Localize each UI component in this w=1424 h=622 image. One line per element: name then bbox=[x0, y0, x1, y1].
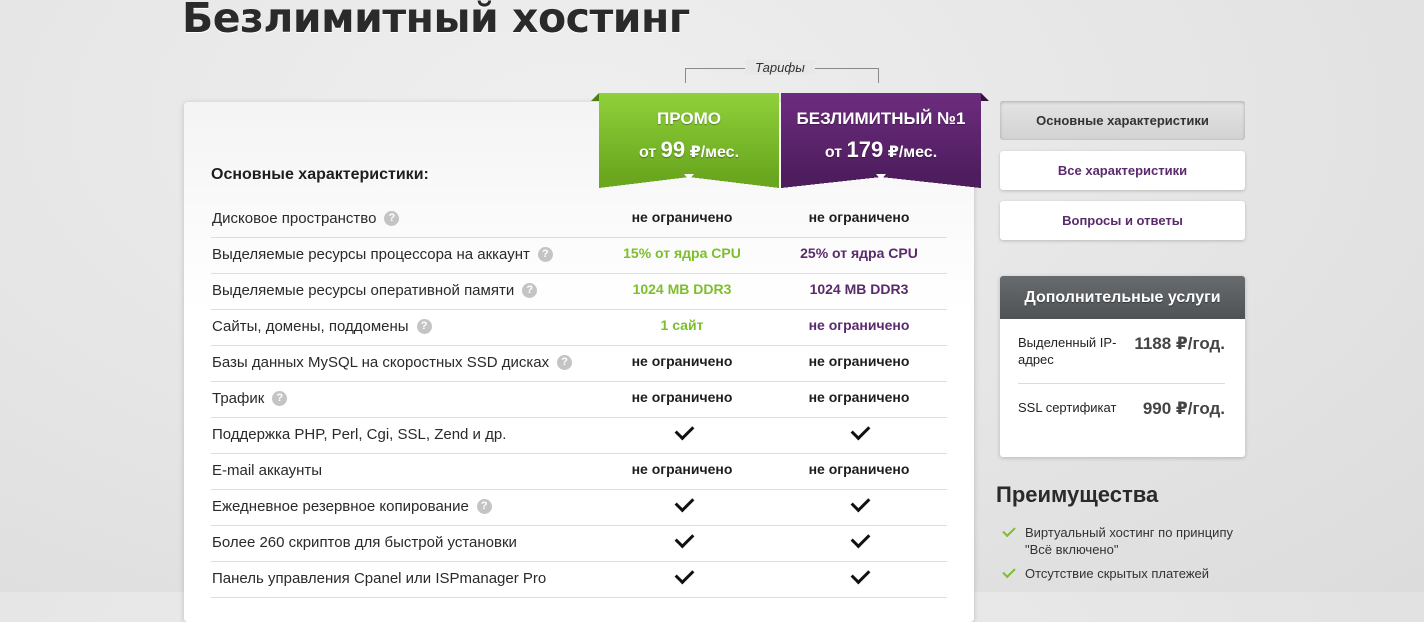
tariffs-label: Тарифы bbox=[745, 60, 815, 75]
check-icon bbox=[850, 528, 871, 549]
plan-unlim-value: не ограничено bbox=[808, 317, 910, 333]
help-icon[interactable]: ? bbox=[416, 319, 432, 334]
spec-row: Поддержка PHP, Perl, Cgi, SSL, Zend и др… bbox=[211, 417, 947, 454]
spec-label-text: Панель управления Cpanel или ISPmanager … bbox=[212, 570, 547, 587]
spec-label: Дисковое пространство? bbox=[212, 210, 400, 227]
price-amount: 99 bbox=[660, 137, 686, 162]
price-suffix: ₽/мес. bbox=[689, 144, 740, 161]
spec-label-text: Выделяемые ресурсы оперативной памяти bbox=[212, 282, 515, 299]
plan-price: от 179 ₽/мес. bbox=[781, 137, 981, 163]
help-icon[interactable]: ? bbox=[384, 211, 400, 226]
price-amount: 179 bbox=[846, 137, 884, 162]
spec-row: Панель управления Cpanel или ISPmanager … bbox=[211, 561, 947, 598]
spec-label: Ежедневное резервное копирование? bbox=[212, 498, 492, 515]
service-row: Выделенный IP-адрес 1188 ₽/год. bbox=[1018, 334, 1225, 384]
spec-label: Базы данных MySQL на скоростных SSD диск… bbox=[212, 354, 573, 371]
plan-promo-value: не ограничено bbox=[631, 353, 733, 369]
plan-promo-value: 15% от ядра CPU bbox=[623, 245, 741, 261]
check-icon bbox=[674, 564, 695, 585]
spec-label-text: Ежедневное резервное копирование bbox=[212, 498, 469, 515]
spec-row: Дисковое пространство? не ограничено не ог… bbox=[211, 201, 947, 238]
plan-promo-value: не ограничено bbox=[631, 209, 733, 225]
service-row: SSL сертификат 990 ₽/год. bbox=[1018, 399, 1225, 455]
check-icon bbox=[850, 564, 871, 585]
service-name: Выделенный IP-адрес bbox=[1018, 335, 1117, 367]
tab-all-specs[interactable]: Все характеристики bbox=[1000, 151, 1245, 190]
services-title: Дополнительные услуги bbox=[1000, 276, 1245, 319]
advantage-item: Отсутствие скрытых платежей bbox=[1001, 564, 1241, 582]
spec-label: E-mail аккаунты bbox=[212, 462, 322, 479]
promo-ribbon-fold bbox=[591, 93, 599, 101]
check-icon bbox=[674, 528, 695, 549]
tab-faq[interactable]: Вопросы и ответы bbox=[1000, 201, 1245, 240]
plan-unlim-value: не ограничено bbox=[808, 209, 910, 225]
plan-unlim-value: 25% от ядра CPU bbox=[800, 245, 918, 261]
check-icon bbox=[850, 492, 871, 513]
spec-label: Более 260 скриптов для быстрой установки bbox=[212, 534, 517, 551]
spec-label-text: Базы данных MySQL на скоростных SSD диск… bbox=[212, 354, 550, 371]
help-icon[interactable]: ? bbox=[537, 247, 553, 262]
advantages-title: Преимущества bbox=[996, 482, 1159, 507]
help-icon[interactable]: ? bbox=[476, 499, 492, 514]
spec-label: Сайты, домены, поддомены? bbox=[212, 318, 432, 335]
spec-row: Выделяемые ресурсы оперативной памяти? 10… bbox=[211, 273, 947, 310]
price-prefix: от bbox=[638, 144, 657, 161]
spec-label: Выделяемые ресурсы оперативной памяти? bbox=[212, 282, 538, 299]
additional-services-box: Дополнительные услуги Выделенный IP-адре… bbox=[1000, 276, 1245, 457]
help-icon[interactable]: ? bbox=[272, 391, 288, 406]
spec-label-text: Трафик bbox=[212, 390, 265, 407]
plan-promo-value: 1 сайт bbox=[660, 317, 704, 333]
spec-row: Трафик? не ограничено не ограничено bbox=[211, 381, 947, 418]
unlimited-ribbon-fold bbox=[981, 93, 989, 101]
plan-unlim-value: 1024 MB DDR3 bbox=[809, 281, 909, 297]
spec-row: E-mail аккаунты не ограничено не ограничен… bbox=[211, 453, 947, 490]
check-icon bbox=[1002, 564, 1016, 579]
specs-heading: Основные характеристики: bbox=[211, 166, 429, 183]
caret-down-icon bbox=[876, 174, 886, 180]
spec-row: Выделяемые ресурсы процессора на аккаунт… bbox=[211, 237, 947, 274]
plan-price: от 99 ₽/мес. bbox=[599, 137, 779, 163]
plan-name: БЕЗЛИМИТНЫЙ №1 bbox=[796, 109, 966, 128]
check-icon bbox=[1002, 523, 1016, 538]
spec-label-text: Более 260 скриптов для быстрой установки bbox=[212, 534, 517, 551]
caret-down-icon bbox=[684, 174, 694, 180]
plan-promo-value: не ограничено bbox=[631, 389, 733, 405]
spec-row: Ежедневное резервное копирование? bbox=[211, 489, 947, 526]
page-title: Безлимитный хостинг bbox=[182, 0, 690, 42]
plan-unlim-value: не ограничено bbox=[808, 461, 910, 477]
advantage-text: Виртуальный хостинг по принципу "Всё вкл… bbox=[1025, 525, 1233, 557]
spec-label-text: Поддержка PHP, Perl, Cgi, SSL, Zend и др… bbox=[212, 426, 507, 443]
plan-unlim-value: не ограничено bbox=[808, 353, 910, 369]
advantage-item: Виртуальный хостинг по принципу "Всё вкл… bbox=[1001, 523, 1241, 558]
spec-label: Панель управления Cpanel или ISPmanager … bbox=[212, 570, 546, 587]
check-icon bbox=[674, 420, 695, 441]
spec-label-text: Выделяемые ресурсы процессора на аккаунт bbox=[212, 246, 530, 263]
spec-label-text: Дисковое пространство bbox=[212, 210, 377, 227]
help-icon[interactable]: ? bbox=[522, 283, 538, 298]
plan-unlim-value: не ограничено bbox=[808, 389, 910, 405]
service-price: 1188 ₽/год. bbox=[1134, 334, 1225, 353]
spec-label: Поддержка PHP, Perl, Cgi, SSL, Zend и др… bbox=[212, 426, 506, 443]
help-icon[interactable]: ? bbox=[557, 355, 573, 370]
spec-label: Трафик? bbox=[212, 390, 288, 407]
spec-row: Более 260 скриптов для быстрой установки bbox=[211, 525, 947, 562]
plan-name: ПРОМО bbox=[657, 109, 721, 128]
check-icon bbox=[850, 420, 871, 441]
plan-header-unlimited-1[interactable]: БЕЗЛИМИТНЫЙ №1 от 179 ₽/мес. bbox=[781, 93, 981, 188]
plan-promo-value: не ограничено bbox=[631, 461, 733, 477]
service-name: SSL сертификат bbox=[1018, 400, 1117, 415]
service-price: 990 ₽/год. bbox=[1142, 399, 1225, 418]
price-suffix: ₽/мес. bbox=[887, 144, 938, 161]
price-prefix: от bbox=[824, 144, 843, 161]
plan-header-promo[interactable]: ПРОМО от 99 ₽/мес. bbox=[599, 93, 779, 188]
spec-row: Сайты, домены, поддомены? 1 сайт не ограни… bbox=[211, 309, 947, 346]
spec-label-text: Сайты, домены, поддомены bbox=[212, 318, 409, 335]
check-icon bbox=[674, 492, 695, 513]
spec-label-text: E-mail аккаунты bbox=[212, 462, 323, 479]
advantage-text: Отсутствие скрытых платежей bbox=[1025, 566, 1210, 581]
tab-main-specs[interactable]: Основные характеристики bbox=[1000, 101, 1245, 140]
spec-row: Базы данных MySQL на скоростных SSD диск… bbox=[211, 345, 947, 382]
plan-promo-value: 1024 MB DDR3 bbox=[632, 281, 732, 297]
spec-label: Выделяемые ресурсы процессора на аккаунт… bbox=[212, 246, 553, 263]
